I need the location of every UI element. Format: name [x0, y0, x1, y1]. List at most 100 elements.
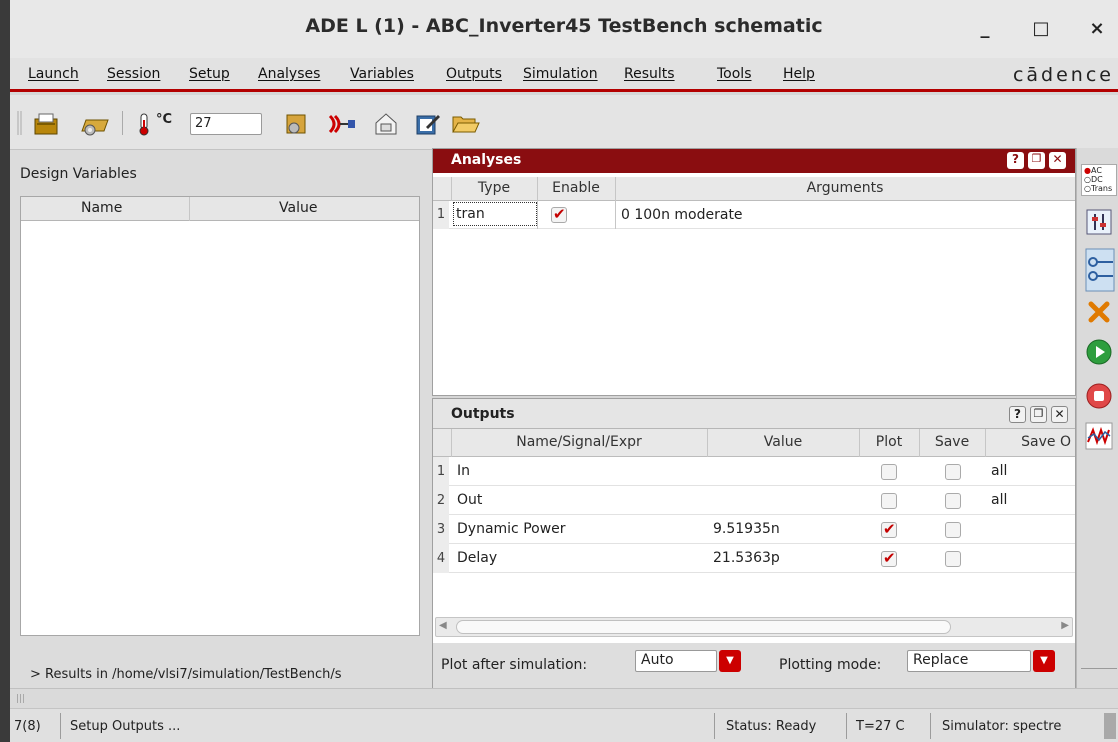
menu-tools[interactable]: Tools [717, 66, 752, 82]
output-value-cell: 9.51935n [713, 521, 780, 537]
maximize-button[interactable]: □ [1026, 14, 1056, 44]
column-header-name[interactable]: Name [81, 200, 122, 216]
enable-checkbox[interactable] [551, 205, 567, 223]
column-header-name-signal-expr[interactable]: Name/Signal/Expr [451, 434, 707, 450]
design-variables-header: Name Value [21, 197, 419, 221]
results-path: > Results in /home/vlsi7/simulation/Test… [30, 667, 342, 682]
chevron-down-icon[interactable]: ▼ [1033, 650, 1055, 672]
status-separator [846, 713, 847, 739]
menu-setup[interactable]: Setup [189, 66, 230, 82]
status-resize-grip[interactable] [1104, 713, 1116, 739]
menu-results[interactable]: Results [624, 66, 675, 82]
save-checkbox[interactable] [945, 522, 961, 538]
outputs-table-header: Name/Signal/Expr Value Plot Save Save O [433, 429, 1075, 457]
splitter-grip-icon[interactable]: ||| [16, 694, 25, 704]
horizontal-scrollbar[interactable]: ◀ ▶ [435, 617, 1073, 637]
output-name-cell[interactable]: Dynamic Power [457, 521, 566, 537]
save-checkbox[interactable] [945, 464, 961, 480]
save-option-cell[interactable]: all [991, 463, 1007, 479]
plotting-mode-select[interactable]: Replace [907, 650, 1031, 672]
menu-variables[interactable]: Variables [350, 66, 414, 82]
delete-icon[interactable] [1085, 298, 1113, 326]
column-header-value[interactable]: Value [707, 434, 859, 450]
plot-waveform-icon[interactable] [1085, 422, 1113, 450]
float-icon[interactable]: ❐ [1028, 152, 1045, 169]
column-header-save-options[interactable]: Save O [985, 434, 1075, 450]
row-number: 2 [433, 486, 449, 515]
menu-launch[interactable]: Launch [28, 66, 79, 82]
menu-session[interactable]: Session [107, 66, 160, 82]
menu-simulation[interactable]: Simulation [523, 66, 598, 82]
radio-dc-label: DC [1090, 175, 1103, 184]
column-header-type[interactable]: Type [451, 180, 537, 196]
stop-simulation-icon[interactable] [1085, 382, 1113, 410]
plot-checkbox[interactable] [881, 464, 897, 480]
scroll-right-icon[interactable]: ▶ [1061, 620, 1069, 631]
column-header-enable[interactable]: Enable [537, 180, 615, 196]
toolbar-separator [122, 111, 123, 135]
status-counter: 7(8) [14, 719, 41, 734]
outputs-title: Outputs [451, 406, 515, 422]
column-header-save[interactable]: Save [919, 434, 985, 450]
analysis-type-cell[interactable]: tran [453, 202, 537, 226]
table-row[interactable]: 1 tran 0 100n moderate [433, 201, 1075, 229]
design-variables-table[interactable]: Name Value [20, 196, 420, 636]
panel-controls: ? ❐ ✕ [1009, 406, 1073, 424]
table-row[interactable]: 1 In all [433, 457, 1075, 486]
scrollbar-thumb[interactable] [456, 620, 951, 634]
column-header-plot[interactable]: Plot [859, 434, 919, 450]
output-name-cell[interactable]: Out [457, 492, 482, 508]
plot-checkbox[interactable] [881, 549, 897, 567]
help-icon[interactable]: ? [1009, 406, 1026, 423]
radio-dc[interactable]: ○DC [1084, 175, 1114, 184]
run-simulation-icon[interactable] [1085, 338, 1113, 366]
edit-icon[interactable] [414, 111, 440, 135]
chevron-down-icon[interactable]: ▼ [719, 650, 741, 672]
select-on-schematic-icon[interactable] [326, 111, 355, 135]
column-header-arguments[interactable]: Arguments [615, 180, 1075, 196]
netlist-icon[interactable] [372, 111, 398, 135]
load-state-icon[interactable] [80, 111, 109, 136]
open-folder-icon[interactable] [450, 111, 480, 135]
plot-after-select[interactable]: Auto [635, 650, 717, 672]
radio-ac[interactable]: ●AC [1084, 166, 1114, 175]
plot-checkbox[interactable] [881, 493, 897, 509]
status-simulator: Simulator: spectre [942, 719, 1062, 734]
table-row[interactable]: 3 Dynamic Power 9.51935n [433, 515, 1075, 544]
output-name-cell[interactable]: In [457, 463, 470, 479]
setup-analysis-icon[interactable] [1085, 208, 1113, 236]
status-separator [930, 713, 931, 739]
menu-analyses[interactable]: Analyses [258, 66, 320, 82]
close-panel-icon[interactable]: ✕ [1049, 152, 1066, 169]
save-checkbox[interactable] [945, 493, 961, 509]
cadence-logo: cādence [1012, 64, 1114, 86]
save-state-icon[interactable] [32, 111, 58, 135]
panel-splitter[interactable]: ||| [10, 688, 1118, 708]
radio-trans[interactable]: ○Trans [1084, 184, 1114, 193]
analysis-radio-group[interactable]: ●AC ○DC ○Trans [1081, 164, 1117, 196]
help-icon[interactable]: ? [1007, 152, 1024, 169]
close-panel-icon[interactable]: ✕ [1051, 406, 1068, 423]
analysis-arguments-cell[interactable]: 0 100n moderate [621, 207, 743, 223]
design-variables-panel: Design Variables Name Value > Results in… [10, 150, 432, 688]
radio-ac-label: AC [1090, 166, 1102, 175]
table-row[interactable]: 2 Out all [433, 486, 1075, 515]
model-libraries-icon[interactable] [282, 111, 308, 135]
column-header-value[interactable]: Value [279, 200, 317, 216]
close-button[interactable]: × [1082, 14, 1112, 44]
menu-outputs[interactable]: Outputs [446, 66, 502, 82]
temperature-input[interactable]: 27 [190, 113, 262, 135]
row-number: 4 [433, 544, 449, 573]
plot-checkbox[interactable] [881, 520, 897, 538]
output-name-cell[interactable]: Delay [457, 550, 497, 566]
scroll-left-icon[interactable]: ◀ [439, 620, 447, 631]
minimize-button[interactable]: _ [970, 14, 1000, 44]
temperature-unit: °C [156, 112, 173, 127]
row-number: 3 [433, 515, 449, 544]
menu-help[interactable]: Help [783, 66, 815, 82]
netlist-view-icon[interactable] [1085, 248, 1115, 292]
save-checkbox[interactable] [945, 551, 961, 567]
table-row[interactable]: 4 Delay 21.5363p [433, 544, 1075, 573]
save-option-cell[interactable]: all [991, 492, 1007, 508]
float-icon[interactable]: ❐ [1030, 406, 1047, 423]
